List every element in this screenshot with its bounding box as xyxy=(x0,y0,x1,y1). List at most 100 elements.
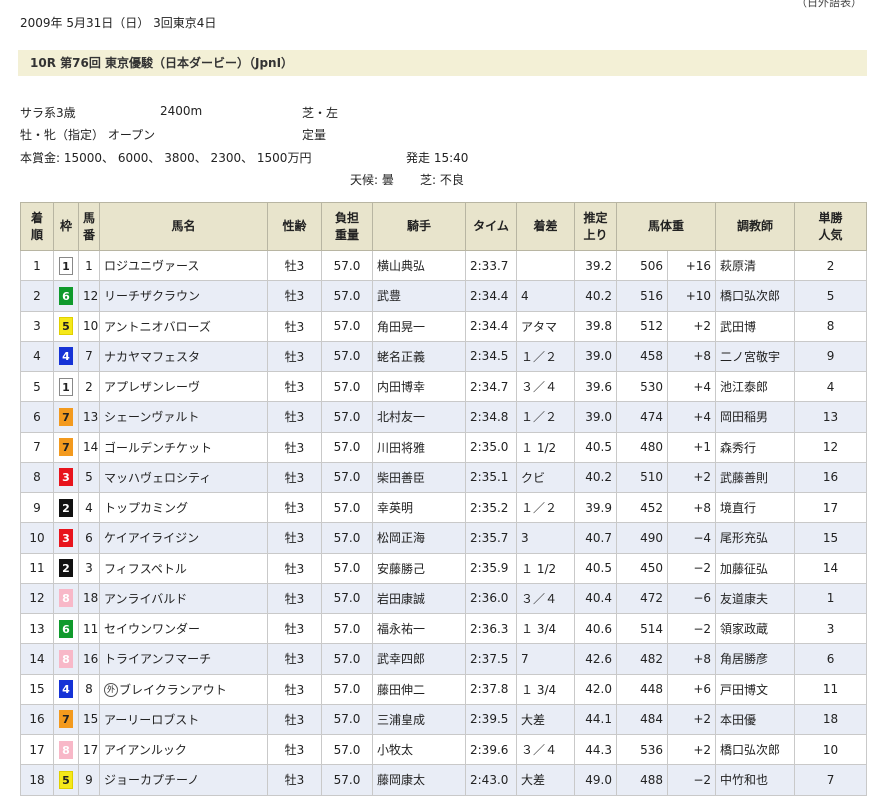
horse-name[interactable]: アプレザンレーヴ xyxy=(104,380,200,394)
trainer-cell[interactable]: 池江泰郎 xyxy=(715,370,796,403)
horse-name[interactable]: フィフスペトル xyxy=(104,562,187,576)
jockey-cell[interactable]: 安藤勝己 xyxy=(372,552,466,584)
horse-name[interactable]: アンライバルド xyxy=(104,592,187,606)
horse-name-cell[interactable]: トライアンフマーチ xyxy=(99,643,268,675)
trainer-cell[interactable]: 境直行 xyxy=(715,491,796,524)
horse-name-cell[interactable]: セイウンワンダー xyxy=(99,612,268,645)
last-3f-cell: 40.5 xyxy=(574,431,617,463)
body-weight-cell: 512 xyxy=(616,310,668,342)
horse-name-cell[interactable]: アントニオバローズ xyxy=(99,310,268,342)
horse-name[interactable]: リーチザクラウン xyxy=(104,289,200,303)
horse-name-cell[interactable]: ロジユニヴァース xyxy=(99,249,268,282)
last-3f-cell: 40.2 xyxy=(574,280,617,312)
horse-name[interactable]: ケイアイライジン xyxy=(104,531,199,545)
jockey-cell[interactable]: 横山典弘 xyxy=(372,249,466,282)
jockey-cell[interactable]: 蛯名正義 xyxy=(372,340,466,373)
trainer-cell[interactable]: 加藤征弘 xyxy=(715,552,796,584)
popularity-cell: 6 xyxy=(794,643,868,675)
horse-name-cell[interactable]: リーチザクラウン xyxy=(99,280,268,312)
horse-name[interactable]: トップカミング xyxy=(104,501,188,515)
horse-name-cell[interactable]: 外ブレイクランアウト xyxy=(99,673,268,705)
margin-cell: １ 1/2 xyxy=(516,431,575,463)
waku-cell: 8 xyxy=(53,733,79,766)
horse-number-cell: 11 xyxy=(78,612,100,645)
time-cell: 2:33.7 xyxy=(465,249,517,282)
header-age: 性齢 xyxy=(267,202,322,251)
horse-name[interactable]: シェーンヴァルト xyxy=(104,410,199,424)
waku-cell: 5 xyxy=(53,764,79,796)
horse-number-cell: 2 xyxy=(78,370,100,403)
horse-name[interactable]: セイウンワンダー xyxy=(104,622,200,636)
horse-name-cell[interactable]: マッハヴェロシティ xyxy=(99,461,268,494)
margin-cell: クビ xyxy=(516,461,575,494)
horse-name-cell[interactable]: アーリーロブスト xyxy=(99,703,268,736)
jockey-cell[interactable]: 藤岡康太 xyxy=(372,764,466,796)
horse-name[interactable]: ジョーカプチーノ xyxy=(104,773,199,787)
jockey-cell[interactable]: 北村友一 xyxy=(372,401,466,433)
trainer-cell[interactable]: 戸田博文 xyxy=(715,673,796,705)
horse-name[interactable]: アイアンルック xyxy=(104,743,187,757)
horse-name-cell[interactable]: アイアンルック xyxy=(99,733,268,766)
horse-name[interactable]: アーリーロブスト xyxy=(104,713,199,727)
jockey-cell[interactable]: 松岡正海 xyxy=(372,522,466,554)
trainer-cell[interactable]: 中竹和也 xyxy=(715,764,796,796)
jockey-cell[interactable]: 角田晃一 xyxy=(372,310,466,342)
jockey-cell[interactable]: 幸英明 xyxy=(372,491,466,524)
trainer-cell[interactable]: 角居勝彦 xyxy=(715,643,796,675)
horse-name-cell[interactable]: ゴールデンチケット xyxy=(99,431,268,463)
trainer-cell[interactable]: 橋口弘次郎 xyxy=(715,280,796,312)
waku-cell: 1 xyxy=(53,370,79,403)
body-diff-cell: +2 xyxy=(666,310,717,342)
trainer-cell[interactable]: 尾形充弘 xyxy=(715,522,796,554)
trainer-cell[interactable]: 橋口弘次郎 xyxy=(715,733,796,766)
trainer-cell[interactable]: 二ノ宮敬宇 xyxy=(715,340,796,373)
trainer-cell[interactable]: 森秀行 xyxy=(715,431,796,463)
top-right-note: （日外語表） xyxy=(796,0,862,9)
horse-name[interactable]: アントニオバローズ xyxy=(104,320,211,334)
weight-cell: 57.0 xyxy=(321,491,373,524)
body-weight-cell: 506 xyxy=(616,249,668,282)
horse-name[interactable]: トライアンフマーチ xyxy=(104,652,211,666)
trainer-cell[interactable]: 武田博 xyxy=(715,310,796,342)
jockey-cell[interactable]: 武豊 xyxy=(372,280,466,312)
jockey-cell[interactable]: 福永祐一 xyxy=(372,612,466,645)
body-diff-cell: +10 xyxy=(666,280,717,312)
header-time: タイム xyxy=(465,202,517,251)
trainer-cell[interactable]: 岡田稲男 xyxy=(715,401,796,433)
jockey-cell[interactable]: 川田将雅 xyxy=(372,431,466,463)
horse-name-cell[interactable]: トップカミング xyxy=(99,491,268,524)
jockey-cell[interactable]: 三浦皇成 xyxy=(372,703,466,736)
body-weight-cell: 510 xyxy=(616,461,668,494)
track-going: 芝: 不良 xyxy=(420,173,464,187)
waku-badge: 5 xyxy=(59,770,73,789)
header-margin: 着差 xyxy=(516,202,575,251)
horse-name-cell[interactable]: ナカヤマフェスタ xyxy=(99,340,268,373)
horse-name-cell[interactable]: ケイアイライジン xyxy=(99,522,268,554)
horse-name-cell[interactable]: フィフスペトル xyxy=(99,552,268,584)
popularity-cell: 10 xyxy=(794,733,868,766)
jockey-cell[interactable]: 岩田康誠 xyxy=(372,582,466,615)
horse-name[interactable]: ナカヤマフェスタ xyxy=(104,350,200,364)
jockey-cell[interactable]: 武幸四郎 xyxy=(372,643,466,675)
jockey-cell[interactable]: 小牧太 xyxy=(372,733,466,766)
jockey-cell[interactable]: 藤田伸二 xyxy=(372,673,466,705)
horse-name[interactable]: ゴールデンチケット xyxy=(104,441,212,455)
trainer-cell[interactable]: 本田優 xyxy=(715,703,796,736)
body-weight-cell: 472 xyxy=(616,582,668,615)
trainer-cell[interactable]: 友道康夫 xyxy=(715,582,796,615)
trainer-cell[interactable]: 武藤善則 xyxy=(715,461,796,494)
horse-name-cell[interactable]: アンライバルド xyxy=(99,582,268,615)
horse-name[interactable]: ロジユニヴァース xyxy=(104,259,199,273)
jockey-cell[interactable]: 内田博幸 xyxy=(372,370,466,403)
popularity-cell: 7 xyxy=(794,764,868,796)
body-weight-cell: 474 xyxy=(616,401,668,433)
horse-name-cell[interactable]: ジョーカプチーノ xyxy=(99,764,268,796)
horse-name[interactable]: マッハヴェロシティ xyxy=(104,471,211,485)
trainer-cell[interactable]: 萩原清 xyxy=(715,249,796,282)
trainer-cell[interactable]: 領家政蔵 xyxy=(715,612,796,645)
waku-badge: 1 xyxy=(59,377,73,396)
horse-name-cell[interactable]: アプレザンレーヴ xyxy=(99,370,268,403)
jockey-cell[interactable]: 柴田善臣 xyxy=(372,461,466,494)
horse-name-cell[interactable]: シェーンヴァルト xyxy=(99,401,268,433)
horse-name[interactable]: ブレイクランアウト xyxy=(119,683,227,697)
